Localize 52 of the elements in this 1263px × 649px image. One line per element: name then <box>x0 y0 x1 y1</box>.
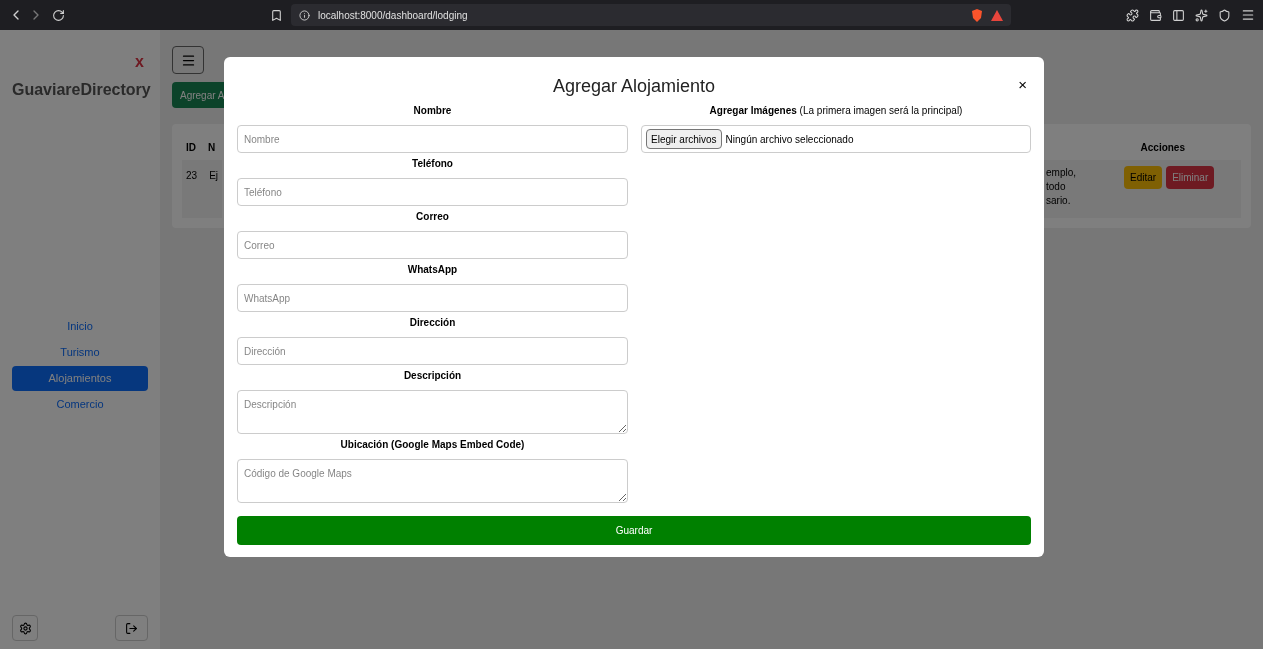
close-mark[interactable]: x <box>135 50 144 74</box>
text-area[interactable]: Descripción <box>237 390 628 434</box>
sidebar-item[interactable]: Inicio <box>12 314 148 339</box>
file-status: Ningún archivo seleccionado <box>725 132 854 147</box>
input-field[interactable]: Nombre <box>237 125 628 153</box>
table-cell-text: 23 <box>186 169 198 183</box>
sidebar-item[interactable]: Turismo <box>12 340 148 365</box>
file-picker[interactable]: Elegir archivos Ningún archivo seleccionado <box>641 125 1031 153</box>
field-label: Teléfono <box>411 157 454 171</box>
field-label: Nombre <box>412 104 453 118</box>
input-field[interactable]: Dirección <box>237 337 628 365</box>
field-label: WhatsApp <box>406 263 459 277</box>
choose-files-button[interactable]: Elegir archivos <box>646 129 722 149</box>
extensions-icon[interactable] <box>1126 8 1139 22</box>
table-cell-text: Ej <box>209 169 219 183</box>
sidebar-icon[interactable] <box>1172 8 1185 22</box>
table-cell-text: emplo, todo sario. <box>1045 166 1077 208</box>
edit-button[interactable]: Editar <box>1124 166 1163 189</box>
info-icon <box>299 9 310 21</box>
delete-button[interactable]: Eliminar <box>1166 166 1215 189</box>
sparkle-icon[interactable] <box>1195 8 1208 22</box>
triangle-icon[interactable] <box>991 9 1003 21</box>
gear-icon <box>18 621 32 635</box>
menu-icon <box>180 52 196 68</box>
logout-icon <box>125 621 138 635</box>
shield-icon[interactable] <box>971 8 983 22</box>
field-label: Descripción <box>402 369 463 383</box>
sidebar-item[interactable]: Comercio <box>12 392 148 417</box>
menu-icon[interactable] <box>1241 8 1255 22</box>
url-text: localhost:8000/dashboard/lodging <box>318 8 468 23</box>
close-button[interactable]: × <box>1018 77 1027 92</box>
field-label: Agregar Imágenes (La primera imagen será la principal) <box>708 104 964 118</box>
column-header: ID <box>186 140 196 155</box>
wallet-icon[interactable] <box>1149 8 1162 22</box>
modal-title: Agregar Alojamiento <box>552 75 716 98</box>
bookmark-icon[interactable] <box>270 8 283 22</box>
input-field[interactable]: Correo <box>237 231 628 259</box>
column-header: Acciones <box>1140 140 1185 155</box>
menu-button[interactable] <box>172 46 204 74</box>
column-header: N <box>208 140 216 155</box>
text-area[interactable]: Código de Google Maps <box>237 459 628 503</box>
settings-button[interactable] <box>12 615 38 641</box>
logout-button[interactable] <box>115 615 148 641</box>
input-field[interactable]: WhatsApp <box>237 284 628 312</box>
save-button[interactable]: Guardar <box>237 516 1031 545</box>
field-label: Ubicación (Google Maps Embed Code) <box>339 438 526 452</box>
sidebar-item[interactable]: Alojamientos <box>12 366 148 391</box>
input-field[interactable]: Teléfono <box>237 178 628 206</box>
reload-icon[interactable] <box>52 8 65 22</box>
field-label: Correo <box>415 210 450 224</box>
address-bar[interactable]: localhost:8000/dashboard/lodging <box>291 4 1011 26</box>
field-label: Dirección <box>408 316 457 330</box>
